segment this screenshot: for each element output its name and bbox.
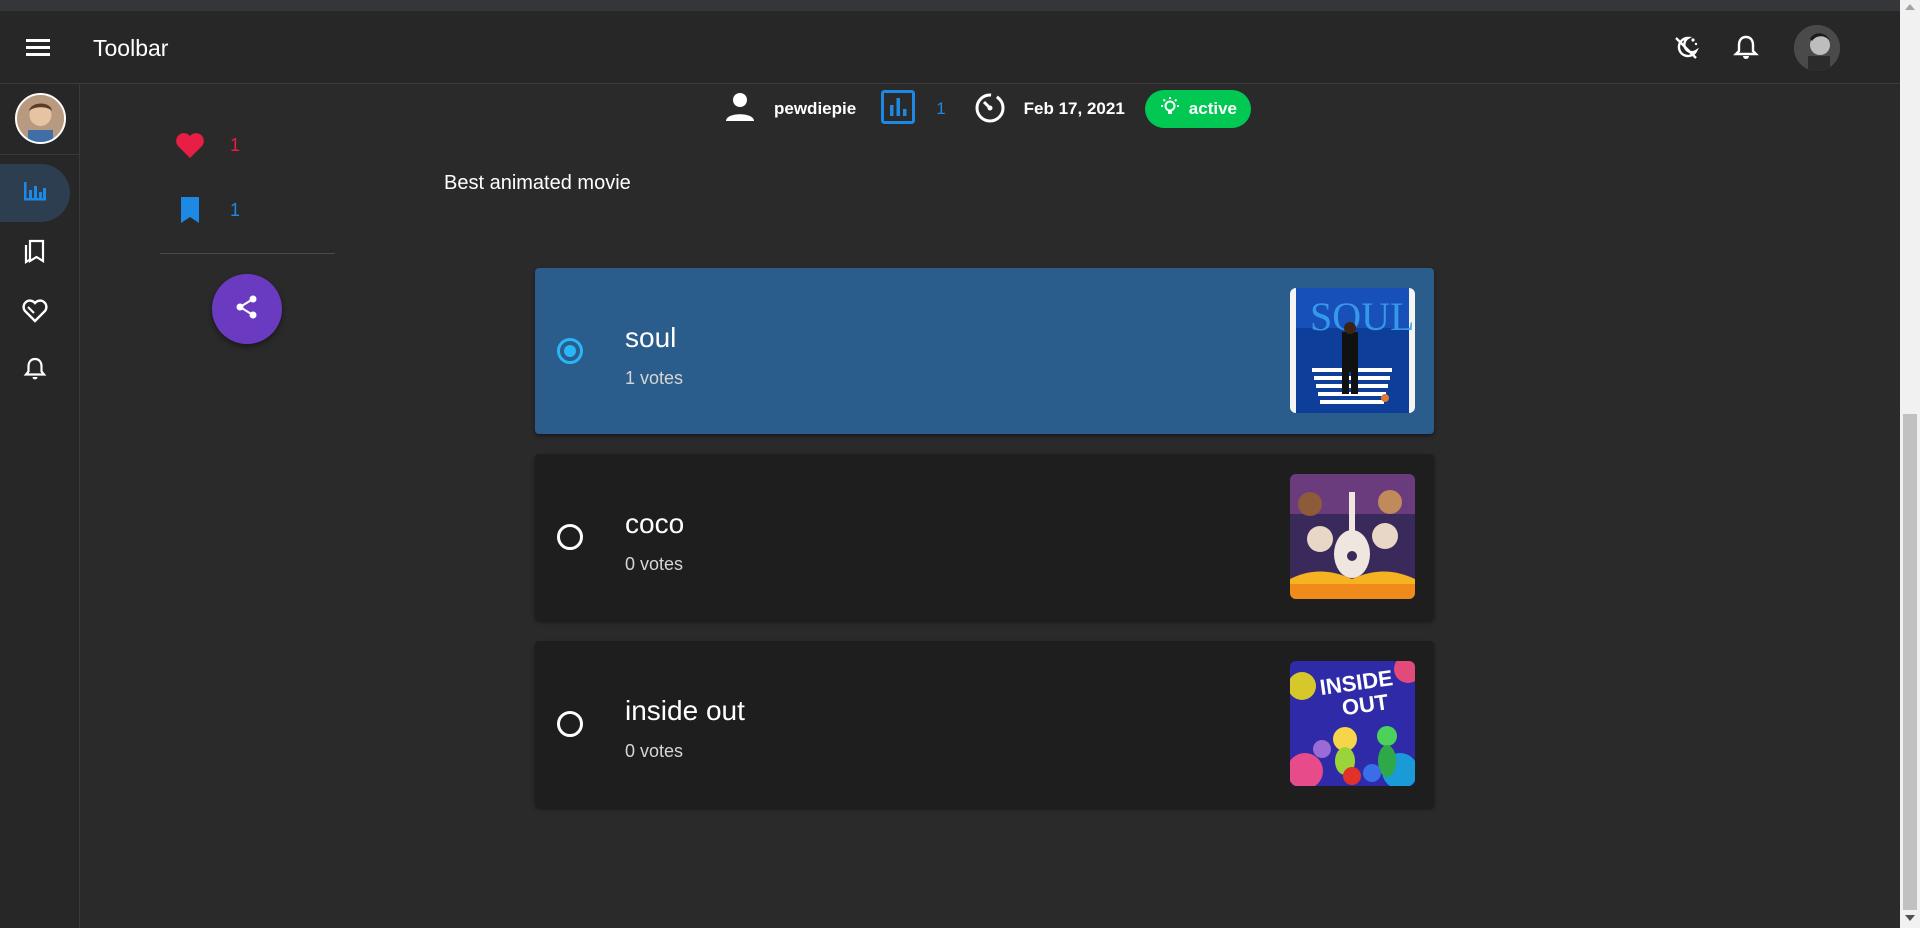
person-icon (722, 89, 758, 130)
option-votes: 0 votes (625, 741, 684, 761)
rail-item-likes[interactable] (0, 283, 70, 341)
poll-question: Best animated movie (444, 172, 631, 194)
bell-icon[interactable] (1731, 33, 1761, 63)
poll-meta: pewdiepie 1 Feb 17, 2021 active (722, 86, 1251, 132)
heart-outline-icon (20, 296, 50, 329)
poll-option-inside-out[interactable]: inside out 0 votes INSIDE OUT (535, 641, 1434, 807)
option-votes: 0 votes (625, 554, 684, 574)
navigation-rail (0, 84, 80, 928)
rail-item-notifications[interactable] (0, 342, 70, 400)
share-button[interactable] (212, 274, 282, 344)
vertical-scrollbar[interactable] (1900, 0, 1920, 928)
status-label: active (1188, 99, 1237, 118)
radio-unselected[interactable] (557, 524, 583, 550)
soul-poster-image: SOUL (1290, 288, 1415, 413)
votes-segment: 1 (880, 89, 946, 130)
bookmark-icon[interactable] (160, 195, 220, 225)
option-name: soul (625, 322, 677, 353)
lightbulb-icon (1159, 96, 1181, 123)
profile-avatar[interactable] (15, 93, 66, 144)
scroll-up-arrow[interactable] (1905, 4, 1915, 10)
poll-date: Feb 17, 2021 (1023, 99, 1125, 118)
timer-icon (972, 89, 1008, 130)
theme-toggle-icon[interactable] (1671, 33, 1701, 63)
scroll-thumb[interactable] (1903, 414, 1917, 910)
inside-out-poster-image: INSIDE OUT (1290, 661, 1415, 786)
actions-divider (160, 253, 335, 254)
rail-item-polls[interactable] (0, 164, 70, 222)
heart-icon[interactable] (160, 130, 220, 160)
share-icon (234, 294, 260, 325)
scroll-down-arrow[interactable] (1905, 915, 1915, 921)
browser-top-strip (0, 0, 1920, 11)
poll-option-soul[interactable]: soul 1 votes SOUL (535, 268, 1434, 434)
post-actions: 1 1 (160, 125, 335, 255)
status-badge: active (1144, 90, 1251, 128)
bookmarks-icon (21, 237, 49, 270)
rail-item-bookmarks[interactable] (0, 224, 70, 282)
rail-divider (0, 154, 80, 155)
option-name: inside out (625, 695, 745, 726)
bar-chart-icon (880, 89, 916, 130)
bookmarks-row: 1 (160, 190, 335, 230)
bookmarks-count: 1 (230, 199, 241, 220)
menu-icon[interactable] (18, 31, 58, 65)
author-segment: pewdiepie (722, 89, 856, 130)
votes-total: 1 (936, 99, 946, 118)
date-segment: Feb 17, 2021 (972, 89, 1125, 130)
bar-chart-icon (21, 177, 49, 210)
app-toolbar: Toolbar (0, 11, 1900, 84)
author-name[interactable]: pewdiepie (774, 99, 856, 119)
likes-count: 1 (230, 134, 241, 155)
user-avatar[interactable] (1794, 25, 1840, 71)
radio-unselected[interactable] (557, 711, 583, 737)
likes-row: 1 (160, 125, 335, 165)
option-name: coco (625, 508, 685, 539)
toolbar-title: Toolbar (93, 35, 169, 61)
svg-text:SOUL: SOUL (1310, 294, 1414, 339)
option-votes: 1 votes (625, 368, 684, 388)
bell-icon (22, 355, 48, 388)
poll-option-coco[interactable]: coco 0 votes (535, 454, 1434, 620)
radio-selected[interactable] (557, 338, 583, 364)
coco-poster-image (1290, 474, 1415, 599)
